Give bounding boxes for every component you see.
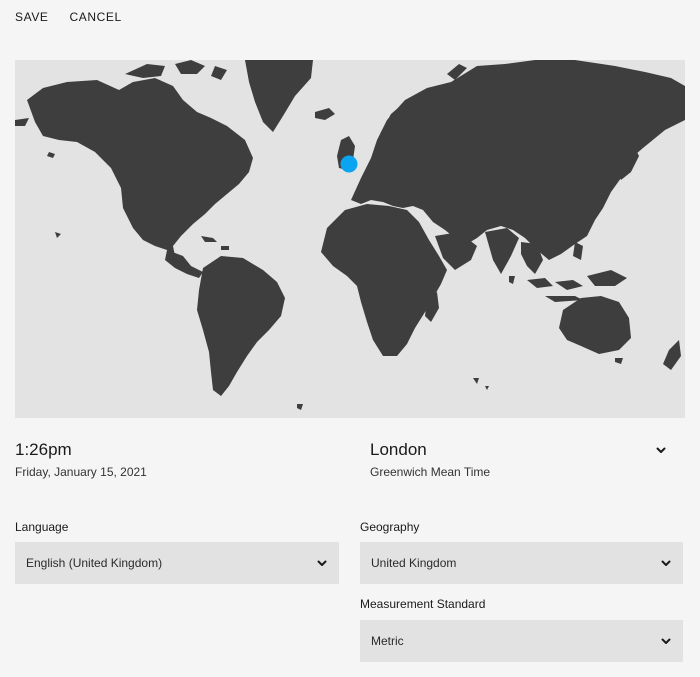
measurement-label: Measurement Standard [360,597,486,611]
cancel-button[interactable]: CANCEL [70,10,122,24]
falklands [297,404,303,410]
tasmania [615,358,623,364]
sri-lanka [509,276,515,284]
north-america-landmass [27,78,253,256]
greenland-landmass [245,60,313,132]
chevron-down-icon [656,447,666,453]
current-date: Friday, January 15, 2021 [15,465,147,479]
philippines-islands [573,242,583,260]
south-america-landmass [197,256,285,396]
geography-label: Geography [360,520,420,534]
iceland-landmass [315,108,335,120]
indonesia-islands [527,270,627,302]
geography-value: United Kingdom [371,556,457,570]
timezone-name: Greenwich Mean Time [370,465,491,479]
language-label: Language [15,520,69,534]
world-map-graphic [15,60,685,410]
pacific-islands [473,378,489,390]
toolbar: SAVE CANCEL [15,10,122,24]
save-button[interactable]: SAVE [15,10,49,24]
africa-landmass [321,204,447,356]
new-zealand [663,340,681,370]
canadian-arctic-islands [125,60,227,80]
timezone-selector[interactable]: London Greenwich Mean Time [370,440,670,479]
current-time: 1:26pm [15,440,72,459]
measurement-select[interactable]: Metric [360,620,683,662]
geography-select[interactable]: United Kingdom [360,542,683,584]
chevron-down-icon [661,638,671,644]
world-map[interactable] [15,60,685,418]
language-value: English (United Kingdom) [26,556,163,570]
caribbean-islands [201,236,229,250]
language-select[interactable]: English (United Kingdom) [15,542,339,584]
india-landmass [485,228,519,274]
central-america-landmass [165,250,203,278]
location-marker[interactable] [340,155,358,173]
measurement-value: Metric [371,634,404,648]
clock-display: 1:26pm Friday, January 15, 2021 [15,440,147,479]
australia-landmass [559,296,631,354]
chevron-down-icon [317,560,327,566]
timezone-city: London [370,440,427,459]
chevron-down-icon [661,560,671,566]
